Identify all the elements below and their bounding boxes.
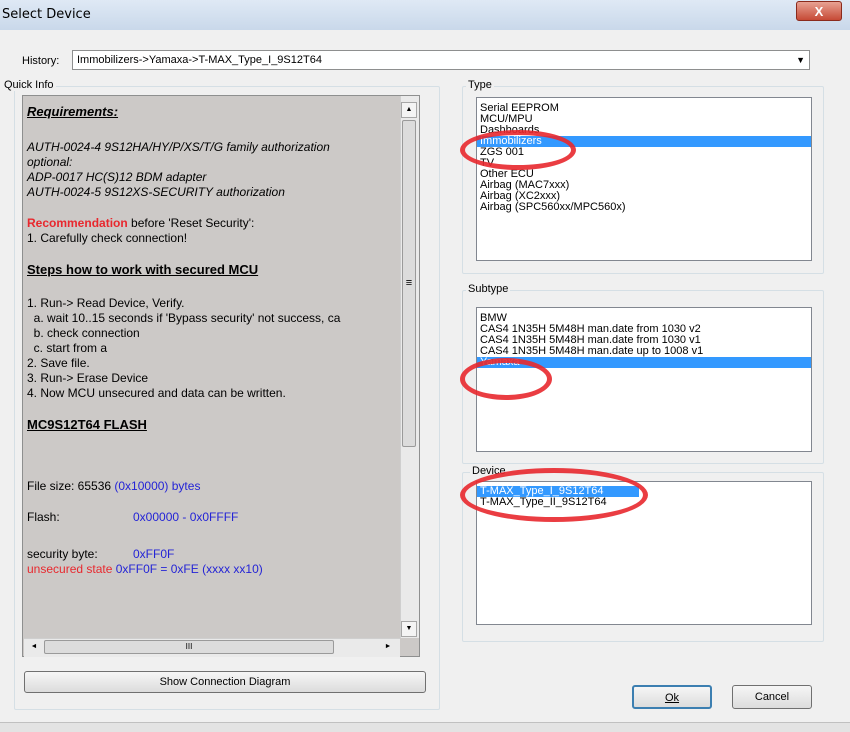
recommendation-line: Recommendation before 'Reset Security': bbox=[27, 216, 397, 231]
ok-button[interactable]: Ok bbox=[632, 685, 712, 709]
file-size-line: File size: 65536 (0x10000) bytes bbox=[27, 479, 397, 494]
file-size-hex: (0x10000) bytes bbox=[114, 479, 201, 493]
recommendation-word: Recommendation bbox=[27, 216, 128, 230]
step-item: a. wait 10..15 seconds if 'Bypass securi… bbox=[27, 311, 341, 325]
scroll-up-icon[interactable]: ▲ bbox=[401, 102, 417, 118]
ok-label: Ok bbox=[664, 692, 680, 704]
title-bar: Select Device X bbox=[0, 0, 850, 31]
security-line: security byte: 0xFF0F bbox=[27, 547, 397, 562]
req-line: optional: bbox=[27, 155, 73, 169]
history-label: History: bbox=[22, 55, 60, 67]
cancel-button[interactable]: Cancel bbox=[732, 685, 812, 709]
show-connection-diagram-button[interactable]: Show Connection Diagram bbox=[24, 671, 426, 693]
step-item: 1. Run-> Read Device, Verify. bbox=[27, 296, 185, 310]
flash-heading: MC9S12T64 FLASH bbox=[27, 417, 147, 432]
annotation-circle-immobilizers bbox=[460, 130, 576, 170]
annotation-circle-yamaxa bbox=[460, 358, 552, 400]
requirements-heading: Requirements: bbox=[27, 104, 119, 119]
scroll-down-icon[interactable]: ▼ bbox=[401, 621, 417, 637]
unsecured-label: unsecured state bbox=[27, 562, 113, 576]
flash-label: Flash: bbox=[27, 510, 60, 524]
chevron-down-icon[interactable]: ▼ bbox=[796, 55, 805, 65]
quick-info-text: Requirements: AUTH-0024-4 9S12HA/HY/P/XS… bbox=[27, 102, 397, 577]
type-label: Type bbox=[466, 79, 494, 91]
subtype-label: Subtype bbox=[466, 283, 511, 295]
flash-line: Flash: 0x00000 - 0x0FFFF bbox=[27, 510, 397, 525]
flash-range: 0x00000 - 0x0FFFF bbox=[133, 510, 239, 524]
steps-heading: Steps how to work with secured MCU bbox=[27, 262, 259, 277]
recommendation-item: 1. Carefully check connection! bbox=[27, 231, 188, 245]
close-button[interactable]: X bbox=[796, 1, 842, 21]
window-title: Select Device bbox=[2, 7, 91, 22]
req-line: AUTH-0024-4 9S12HA/HY/P/XS/T/G family au… bbox=[27, 140, 330, 154]
recommendation-rest: before 'Reset Security': bbox=[127, 216, 255, 230]
cancel-label: Cancel bbox=[754, 691, 790, 703]
security-value: 0xFF0F bbox=[133, 547, 175, 561]
subtype-item[interactable]: CAS4 1N35H 5M48H man.date up to 1008 v1 bbox=[477, 346, 811, 357]
req-line: ADP-0017 HC(S)12 BDM adapter bbox=[27, 170, 207, 184]
quick-info-label: Quick Info bbox=[2, 79, 56, 91]
unsecured-value: 0xFF0F = 0xFE (xxxx xx10) bbox=[115, 562, 263, 576]
step-item: 2. Save file. bbox=[27, 356, 90, 370]
history-value: Immobilizers->Yamaxa->T-MAX_Type_I_9S12T… bbox=[77, 54, 322, 66]
req-line: AUTH-0024-5 9S12XS-SECURITY authorizatio… bbox=[27, 185, 285, 199]
history-combobox[interactable]: Immobilizers->Yamaxa->T-MAX_Type_I_9S12T… bbox=[72, 50, 810, 70]
file-size-label: File size: 65536 bbox=[27, 479, 115, 493]
step-item: 4. Now MCU unsecured and data can be wri… bbox=[27, 386, 286, 400]
step-item: c. start from a bbox=[27, 341, 108, 355]
unsecured-line: unsecured state 0xFF0F = 0xFE (xxxx xx10… bbox=[27, 562, 397, 577]
horizontal-scroll-thumb[interactable]: III bbox=[44, 640, 334, 654]
scroll-grip-icon: ≡ bbox=[405, 277, 413, 289]
type-listbox[interactable]: Serial EEPROM MCU/MPU Dashboards Immobil… bbox=[476, 97, 812, 261]
scroll-right-icon[interactable]: ► bbox=[380, 640, 396, 656]
step-item: 3. Run-> Erase Device bbox=[27, 371, 149, 385]
security-label: security byte: bbox=[27, 547, 98, 561]
step-item: b. check connection bbox=[27, 326, 140, 340]
type-item[interactable]: Airbag (SPC560xx/MPC560x) bbox=[477, 202, 811, 213]
quick-info-panel: Requirements: AUTH-0024-4 9S12HA/HY/P/XS… bbox=[22, 95, 420, 657]
annotation-circle-device bbox=[460, 468, 648, 522]
scroll-left-icon[interactable]: ◄ bbox=[26, 640, 42, 656]
